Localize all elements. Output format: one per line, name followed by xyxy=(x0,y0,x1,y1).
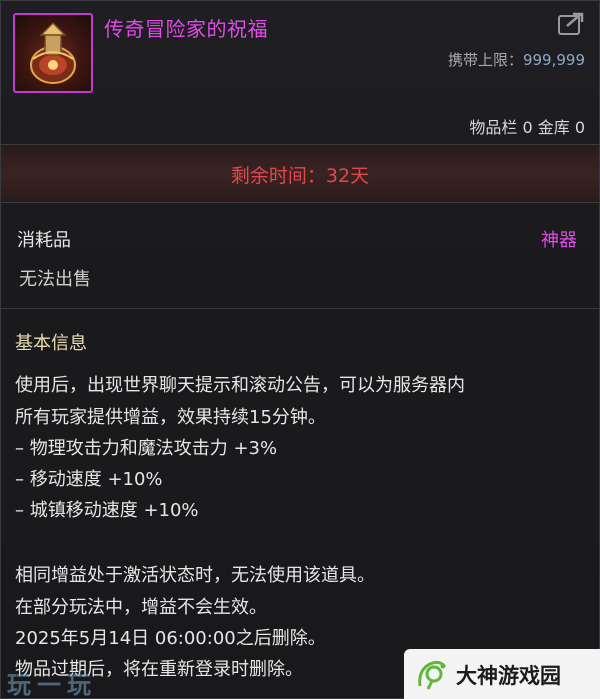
item-icon xyxy=(13,13,93,93)
description-line: 所有玩家提供增益，效果持续15分钟。 xyxy=(15,407,326,428)
watermark-left: 玩一玩 xyxy=(7,671,97,699)
divider xyxy=(1,202,599,203)
item-rarity: 神器 xyxy=(541,230,577,251)
buff-line: – 物理攻击力和魔法攻击力 +3% xyxy=(15,438,278,459)
expiry-date-line: 2025年5月14日 06:00:00之后删除。 xyxy=(15,628,326,649)
item-category: 消耗品 xyxy=(17,230,71,251)
share-icon[interactable] xyxy=(557,12,585,36)
storage-count: 物品栏 0 金库 0 xyxy=(469,118,585,137)
remaining-time-bar: 剩余时间：32天 xyxy=(1,145,599,202)
carry-limit-label: 携带上限： xyxy=(447,51,523,69)
item-tooltip: 传奇冒险家的祝福 携带上限：999,999 物品栏 0 金库 0 剩余时间：32… xyxy=(0,0,600,699)
item-name: 传奇冒险家的祝福 xyxy=(104,17,268,41)
description-line: 使用后，出现世界聊天提示和滚动公告，可以为服务器内 xyxy=(15,375,465,396)
note-line: 在部分玩法中，增益不会生效。 xyxy=(15,597,267,618)
carry-limit-value: 999,999 xyxy=(522,51,585,69)
divider xyxy=(1,308,599,309)
tooltip-header: 传奇冒险家的祝福 携带上限：999,999 物品栏 0 金库 0 xyxy=(1,1,599,144)
trade-status: 无法出售 xyxy=(19,269,91,290)
remaining-time: 剩余时间：32天 xyxy=(230,165,370,187)
watermark-right-text: 大神游戏园 xyxy=(456,664,561,688)
dashen-logo-icon xyxy=(414,656,450,692)
watermark-badge: 大神游戏园 xyxy=(404,649,600,699)
buff-line: – 移动速度 +10% xyxy=(15,469,163,490)
buff-line: – 城镇移动速度 +10% xyxy=(15,500,199,521)
basic-info-title: 基本信息 xyxy=(15,333,87,354)
note-line: 相同增益处于激活状态时，无法使用该道具。 xyxy=(15,565,375,586)
carry-limit: 携带上限：999,999 xyxy=(448,49,585,70)
